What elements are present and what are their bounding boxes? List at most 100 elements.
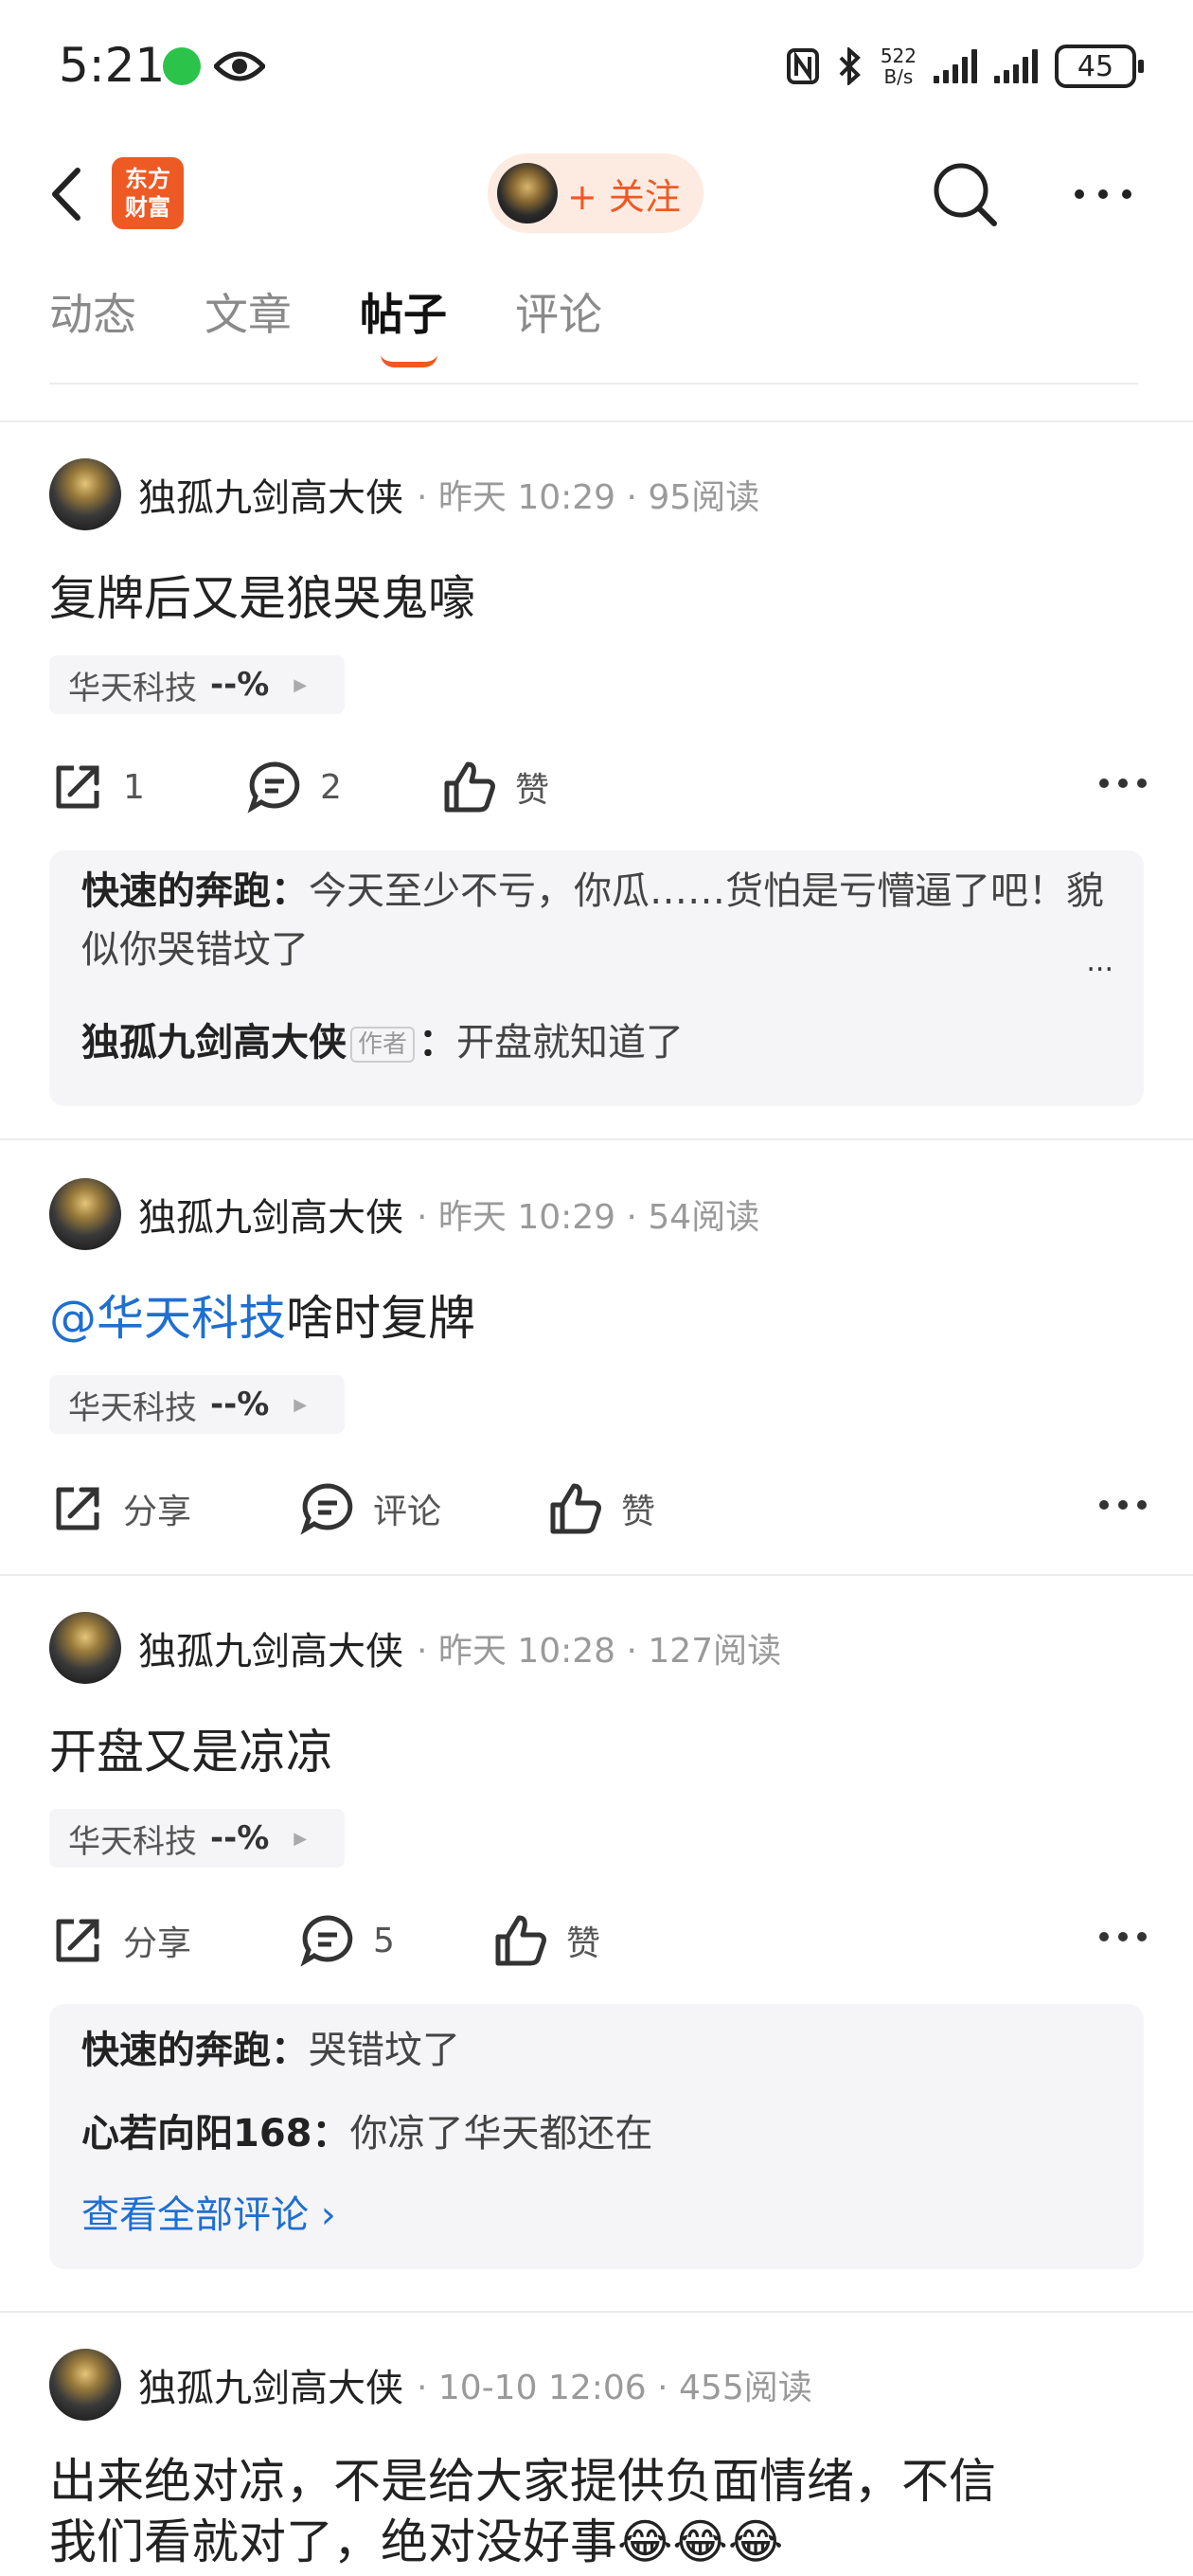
battery-level: 45 bbox=[1077, 49, 1114, 83]
comment-text: 开盘就知道了 bbox=[456, 1021, 685, 1064]
net-speed-value: 522 bbox=[880, 45, 917, 67]
like-button[interactable]: 赞 bbox=[492, 1907, 600, 1974]
post-header: 独孤九剑高大侠 · 昨天 10:29 · 54阅读 bbox=[49, 1178, 759, 1250]
tab-bar: 动态 文章 帖子 评论 bbox=[49, 280, 1138, 385]
post-header: 独孤九剑高大侠 · 10-10 12:06 · 455阅读 bbox=[49, 2349, 812, 2421]
comment-ellipsis: ... bbox=[1086, 945, 1113, 978]
more-options-icon[interactable] bbox=[1098, 1923, 1148, 1951]
post-title-line: 出来绝对凉，不是给大家提供负面情绪，不信 bbox=[49, 2454, 996, 2509]
post-title-text: 啥时复牌 bbox=[286, 1291, 475, 1346]
comment-separator: ： bbox=[271, 2029, 309, 2072]
search-icon[interactable] bbox=[932, 161, 998, 227]
comment-button[interactable]: 2 bbox=[246, 754, 342, 820]
stock-pct: --% bbox=[210, 666, 270, 704]
more-options-icon[interactable] bbox=[1098, 1491, 1148, 1519]
header: 东方 财富 + 关注 bbox=[0, 142, 1193, 246]
post-title[interactable]: 出来绝对凉，不是给大家提供负面情绪，不信 我们看就对了，绝对没好事😂😂😂 bbox=[49, 2451, 996, 2572]
like-button[interactable]: 赞 bbox=[441, 754, 549, 820]
more-icon[interactable] bbox=[1070, 170, 1136, 218]
author-tag: 作者 bbox=[350, 1027, 416, 1063]
post-card[interactable]: 独孤九剑高大侠 · 10-10 12:06 · 455阅读 出来绝对凉，不是给大… bbox=[0, 2349, 1193, 2576]
chip-arrow-icon: ▶ bbox=[294, 1394, 308, 1415]
active-tab-indicator bbox=[381, 354, 437, 367]
post-title[interactable]: @华天科技啥时复牌 bbox=[49, 1280, 475, 1349]
stock-pct: --% bbox=[210, 1386, 270, 1423]
follow-button[interactable]: + 关注 bbox=[488, 153, 703, 233]
back-icon[interactable] bbox=[42, 163, 98, 225]
stock-name: 华天科技 bbox=[68, 1388, 197, 1427]
stock-chip[interactable]: 华天科技 --% ▶ bbox=[49, 1809, 345, 1868]
comment-item[interactable]: 心若向阳168：你凉了华天都还在 bbox=[81, 2104, 653, 2163]
post-title[interactable]: 复牌后又是狼哭鬼嚎 bbox=[49, 561, 475, 629]
post-author[interactable]: 独孤九剑高大侠 bbox=[138, 1187, 403, 1242]
thumbs-up-icon bbox=[495, 1915, 546, 1966]
post-header: 独孤九剑高大侠 · 昨天 10:28 · 127阅读 bbox=[49, 1612, 781, 1684]
post-author[interactable]: 独孤九剑高大侠 bbox=[138, 2357, 403, 2412]
wechat-icon bbox=[163, 47, 201, 85]
divider bbox=[0, 2311, 1193, 2313]
share-count: 1 bbox=[123, 767, 145, 807]
comment-button[interactable]: 5 bbox=[299, 1907, 395, 1974]
post-author[interactable]: 独孤九剑高大侠 bbox=[138, 467, 403, 522]
comment-item[interactable]: 快速的奔跑：今天至少不亏，你瓜……货怕是亏懵逼了吧！貌似你哭错坟了 bbox=[81, 862, 1113, 979]
comment-separator: ： bbox=[312, 2112, 350, 2156]
like-button[interactable]: 赞 bbox=[547, 1476, 655, 1542]
avatar[interactable] bbox=[49, 1178, 121, 1250]
share-icon bbox=[56, 1919, 99, 1962]
chip-arrow-icon: ▶ bbox=[294, 674, 308, 695]
thumbs-up-icon bbox=[550, 1483, 601, 1534]
app-logo[interactable]: 东方 财富 bbox=[112, 157, 184, 229]
comment-preview[interactable]: 快速的奔跑：哭错坟了 心若向阳168：你凉了华天都还在 查看全部评论 › bbox=[49, 2004, 1144, 2269]
post-actions: 分享 评论 赞 bbox=[49, 1476, 1148, 1542]
share-icon bbox=[56, 1487, 99, 1530]
tab-dynamic[interactable]: 动态 bbox=[49, 280, 136, 375]
share-label: 分享 bbox=[123, 1924, 192, 1963]
stock-mention-link[interactable]: @华天科技 bbox=[49, 1291, 286, 1346]
tab-articles[interactable]: 文章 bbox=[205, 280, 292, 375]
stock-name: 华天科技 bbox=[68, 669, 197, 707]
stock-chip[interactable]: 华天科技 --% ▶ bbox=[49, 1375, 345, 1434]
comment-user[interactable]: 心若向阳168 bbox=[81, 2112, 312, 2156]
comment-count: 5 bbox=[373, 1921, 395, 1960]
view-all-comments-link[interactable]: 查看全部评论 › bbox=[81, 2186, 336, 2245]
post-card[interactable]: 独孤九剑高大侠 · 昨天 10:29 · 95阅读 复牌后又是狼哭鬼嚎 华天科技… bbox=[0, 458, 1193, 1140]
comment-item[interactable]: 快速的奔跑：哭错坟了 bbox=[81, 2021, 460, 2080]
post-title[interactable]: 开盘又是凉凉 bbox=[49, 1714, 333, 1782]
logo-line1: 东方 bbox=[125, 166, 170, 192]
signal-icon-2 bbox=[994, 49, 1038, 83]
avatar[interactable] bbox=[49, 1612, 121, 1684]
comment-item[interactable]: 独孤九剑高大侠 作者 ：开盘就知道了 bbox=[81, 1013, 684, 1072]
avatar[interactable] bbox=[49, 2349, 121, 2421]
like-label: 赞 bbox=[621, 1493, 656, 1531]
comment-separator: ： bbox=[418, 1021, 457, 1064]
comment-user[interactable]: 快速的奔跑 bbox=[81, 2029, 271, 2072]
net-speed-unit: B/s bbox=[883, 65, 914, 88]
like-label: 赞 bbox=[515, 771, 550, 810]
share-button[interactable]: 1 bbox=[49, 754, 145, 820]
logo-line2: 财富 bbox=[125, 194, 170, 221]
comment-separator: ： bbox=[271, 869, 309, 913]
eye-icon bbox=[214, 51, 265, 81]
share-button[interactable]: 分享 bbox=[49, 1907, 191, 1974]
tab-posts[interactable]: 帖子 bbox=[360, 280, 447, 375]
post-author[interactable]: 独孤九剑高大侠 bbox=[138, 1620, 403, 1675]
tab-comments[interactable]: 评论 bbox=[515, 280, 602, 375]
nfc-icon bbox=[786, 48, 819, 84]
more-options-icon[interactable] bbox=[1098, 769, 1148, 797]
thumbs-up-icon bbox=[444, 761, 495, 813]
share-button[interactable]: 分享 bbox=[49, 1476, 191, 1542]
post-meta: · 昨天 10:29 · 95阅读 bbox=[417, 478, 760, 517]
share-icon bbox=[56, 765, 99, 809]
avatar[interactable] bbox=[49, 458, 121, 530]
post-card[interactable]: 独孤九剑高大侠 · 昨天 10:29 · 54阅读 @华天科技啥时复牌 华天科技… bbox=[0, 1178, 1193, 1566]
net-speed: 522 B/s bbox=[881, 45, 917, 87]
stock-chip[interactable]: 华天科技 --% ▶ bbox=[49, 655, 345, 714]
comment-user[interactable]: 快速的奔跑 bbox=[81, 869, 271, 913]
post-card[interactable]: 独孤九剑高大侠 · 昨天 10:28 · 127阅读 开盘又是凉凉 华天科技 -… bbox=[0, 1612, 1193, 2294]
comment-user[interactable]: 独孤九剑高大侠 bbox=[81, 1021, 347, 1064]
stock-name: 华天科技 bbox=[68, 1822, 197, 1861]
share-label: 分享 bbox=[123, 1493, 192, 1531]
profile-avatar bbox=[497, 163, 558, 224]
comment-button[interactable]: 评论 bbox=[299, 1476, 441, 1542]
comment-preview[interactable]: 快速的奔跑：今天至少不亏，你瓜……货怕是亏懵逼了吧！貌似你哭错坟了 ... 独孤… bbox=[49, 850, 1144, 1106]
